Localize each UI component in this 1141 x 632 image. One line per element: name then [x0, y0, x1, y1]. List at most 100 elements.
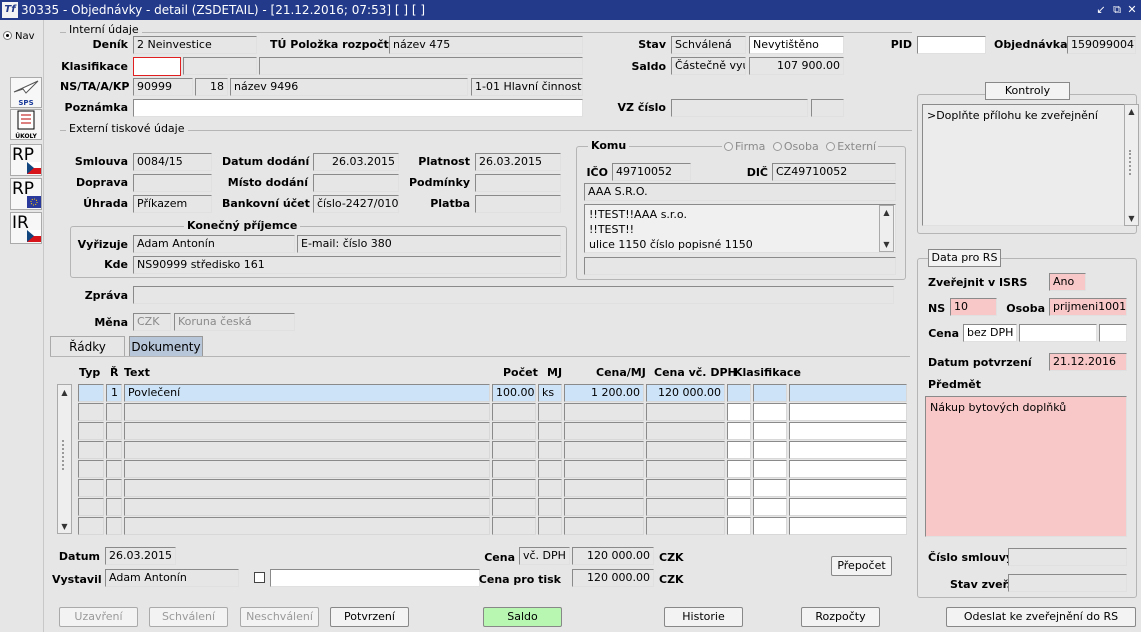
empty-cell[interactable] — [106, 403, 122, 421]
empty-cell[interactable] — [727, 422, 751, 440]
empty-cell[interactable] — [753, 517, 787, 535]
empty-cell[interactable] — [492, 422, 536, 440]
rozpocty-button[interactable]: Rozpočty — [801, 607, 880, 627]
empty-cell[interactable] — [538, 403, 562, 421]
vystavil-note-field[interactable] — [270, 569, 480, 587]
empty-cell[interactable] — [492, 403, 536, 421]
odeslat-rs-button[interactable]: Odeslat ke zveřejnění do RS — [946, 607, 1136, 627]
empty-cell[interactable] — [124, 422, 490, 440]
rs-cena-extra-field[interactable] — [1099, 324, 1127, 342]
cell-cena-mj[interactable]: 1 200.00 — [564, 384, 644, 402]
klasifikace-field-2[interactable] — [183, 57, 257, 75]
komu-extra-field[interactable] — [584, 257, 896, 275]
empty-cell[interactable] — [124, 517, 490, 535]
potvrzeni-button[interactable]: Potvrzení — [330, 607, 409, 627]
empty-cell[interactable] — [727, 460, 751, 478]
empty-cell[interactable] — [564, 517, 644, 535]
empty-cell[interactable] — [124, 498, 490, 516]
empty-cell[interactable] — [564, 479, 644, 497]
empty-cell[interactable] — [646, 479, 725, 497]
empty-cell[interactable] — [492, 441, 536, 459]
cell-klas-3[interactable] — [789, 384, 907, 402]
empty-cell[interactable] — [538, 441, 562, 459]
platnost-field[interactable]: 26.03.2015 — [475, 153, 561, 171]
empty-cell[interactable] — [78, 441, 104, 459]
empty-cell[interactable] — [78, 422, 104, 440]
scroll-down-icon[interactable]: ▼ — [1125, 212, 1138, 225]
mena-name-field[interactable]: Koruna česká — [174, 313, 295, 331]
misto-dodani-field[interactable] — [313, 174, 399, 192]
empty-cell[interactable] — [789, 479, 907, 497]
cislo-smlouvy-field[interactable] — [1008, 548, 1127, 566]
scroll-up-icon[interactable]: ▲ — [58, 386, 71, 399]
stav-field[interactable]: Schválená — [671, 36, 746, 54]
empty-cell[interactable] — [789, 517, 907, 535]
empty-cell[interactable] — [646, 498, 725, 516]
vzcislo-field-2[interactable] — [811, 99, 844, 117]
ns-field[interactable]: 90999 — [133, 78, 193, 96]
empty-cell[interactable] — [789, 498, 907, 516]
stav-print-field[interactable]: Nevytištěno — [749, 36, 844, 54]
empty-cell[interactable] — [646, 460, 725, 478]
close-icon[interactable]: ✕ — [1125, 3, 1139, 17]
empty-cell[interactable] — [564, 441, 644, 459]
empty-cell[interactable] — [727, 479, 751, 497]
radio-firma[interactable]: Firma — [724, 140, 765, 153]
cell-r[interactable]: 1 — [106, 384, 122, 402]
kp-field[interactable]: 1-01 Hlavní činnost — [471, 78, 583, 96]
poznamka-field[interactable] — [133, 99, 583, 117]
cell-pocet[interactable]: 100.00 — [492, 384, 536, 402]
datum-field[interactable]: 26.03.2015 — [105, 547, 176, 565]
cell-mj[interactable]: ks — [538, 384, 562, 402]
tu-field[interactable]: název 475 — [389, 36, 583, 54]
tab-radky[interactable]: Řádky — [50, 336, 125, 356]
cell-text[interactable]: Povlečení — [124, 384, 490, 402]
empty-cell[interactable] — [727, 403, 751, 421]
empty-cell[interactable] — [538, 517, 562, 535]
predmet-field[interactable]: Nákup bytových doplňků — [925, 396, 1127, 537]
historie-button[interactable]: Historie — [664, 607, 743, 627]
address-scrollbar[interactable]: ▲ ▼ — [879, 205, 894, 252]
nav-toggle[interactable]: Nav — [3, 30, 35, 42]
cell-typ[interactable] — [78, 384, 104, 402]
a-field[interactable]: název 9496 — [230, 78, 468, 96]
kde-field[interactable]: NS90999 středisko 161 — [133, 256, 561, 274]
ukoly-button[interactable]: ÚKOLY — [10, 109, 42, 140]
empty-cell[interactable] — [538, 422, 562, 440]
saldo-field[interactable]: Částečně vyúč — [671, 57, 746, 75]
cell-klas-2[interactable] — [753, 384, 787, 402]
datum-dodani-field[interactable]: 26.03.2015 — [313, 153, 399, 171]
empty-cell[interactable] — [78, 498, 104, 516]
scroll-up-icon[interactable]: ▲ — [1125, 105, 1138, 118]
scroll-down-icon[interactable]: ▼ — [58, 520, 71, 533]
empty-cell[interactable] — [78, 403, 104, 421]
denik-field[interactable]: 2 Neinvestice — [133, 36, 257, 54]
empty-cell[interactable] — [564, 460, 644, 478]
empty-cell[interactable] — [492, 460, 536, 478]
empty-cell[interactable] — [124, 441, 490, 459]
rs-ns-field[interactable]: 10 — [950, 298, 997, 316]
uzavreni-button[interactable]: Uzavření — [59, 607, 138, 627]
tab-dokumenty[interactable]: Dokumenty — [129, 336, 203, 356]
empty-cell[interactable] — [538, 479, 562, 497]
empty-cell[interactable] — [492, 517, 536, 535]
empty-cell[interactable] — [106, 479, 122, 497]
empty-cell[interactable] — [753, 403, 787, 421]
empty-cell[interactable] — [727, 517, 751, 535]
empty-cell[interactable] — [124, 403, 490, 421]
bankovni-ucet-field[interactable]: číslo-2427/0100 — [313, 195, 399, 213]
podminky-field[interactable] — [475, 174, 561, 192]
empty-cell[interactable] — [564, 422, 644, 440]
uhrada-field[interactable]: Příkazem — [133, 195, 212, 213]
empty-cell[interactable] — [753, 479, 787, 497]
ir-button[interactable]: IR — [10, 212, 42, 244]
ico-field[interactable]: 49710052 — [612, 163, 691, 181]
stav-zver-field[interactable] — [1008, 574, 1127, 592]
prepocet-button[interactable]: Přepočet — [831, 556, 892, 576]
cena-tisk-field[interactable]: 120 000.00 — [572, 569, 654, 587]
empty-cell[interactable] — [78, 460, 104, 478]
restore-icon[interactable]: ⧉ — [1110, 3, 1124, 17]
kontroly-button[interactable]: Kontroly — [985, 82, 1070, 100]
sps-button[interactable]: SPS — [10, 77, 42, 108]
rs-title-button[interactable]: Data pro RS — [928, 249, 1001, 267]
